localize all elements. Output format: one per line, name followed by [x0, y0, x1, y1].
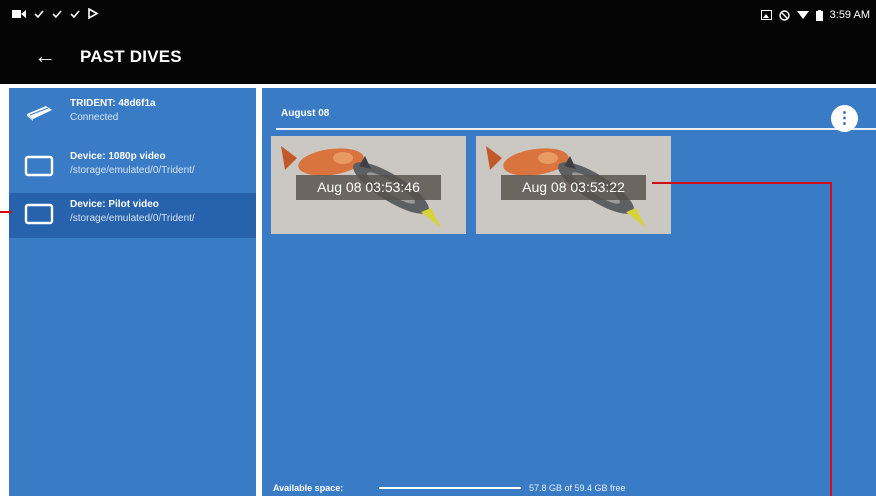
top-bar: 3:59 AM ← PAST DIVES — [0, 0, 876, 84]
check-icon — [52, 9, 62, 18]
sidebar-item-subtitle: Connected — [70, 112, 119, 123]
sidebar-item-subtitle: /storage/emulated/0/Trident/ — [70, 165, 195, 176]
device-sidebar: TRIDENT: 48d6f1a Connected Device: 1080p… — [9, 88, 256, 496]
trident-drone-icon — [27, 106, 52, 121]
section-divider — [276, 128, 876, 130]
check-icon — [70, 9, 80, 18]
sidebar-item-subtitle: /storage/emulated/0/Trident/ — [70, 213, 195, 224]
do-not-disturb-icon — [778, 9, 790, 21]
status-time: 3:59 AM — [829, 9, 870, 21]
annotation-line — [652, 182, 832, 184]
sidebar-item-label: Device: Pilot video — [70, 199, 159, 210]
annotation-line — [830, 182, 832, 496]
back-arrow-icon[interactable]: ← — [34, 44, 56, 68]
storage-bar — [379, 487, 521, 489]
battery-icon — [815, 9, 823, 21]
status-bar-right: 3:59 AM — [760, 9, 870, 21]
sidebar-item-trident[interactable]: TRIDENT: 48d6f1a Connected — [9, 92, 256, 137]
dives-panel: August 08 ⋮ Aug 08 03:53:46 Aug 08 03:53… — [262, 88, 876, 496]
play-store-icon — [88, 8, 98, 19]
sidebar-item-pilot-video[interactable]: Device: Pilot video /storage/emulated/0/… — [9, 193, 256, 238]
status-bar-left — [12, 8, 98, 19]
sidebar-item-1080p-video[interactable]: Device: 1080p video /storage/emulated/0/… — [9, 145, 256, 190]
dive-timestamp: Aug 08 03:53:22 — [501, 175, 646, 200]
available-space: Available space: 57.8 GB of 59.4 GB free — [273, 482, 873, 496]
page-title: PAST DIVES — [80, 47, 182, 66]
video-camera-icon — [12, 9, 26, 18]
dive-timestamp: Aug 08 03:53:46 — [296, 175, 441, 200]
wifi-icon — [796, 11, 809, 19]
sidebar-item-label: Device: 1080p video — [70, 151, 166, 162]
available-space-value: 57.8 GB of 59.4 GB free — [529, 483, 626, 493]
annotation-line — [0, 211, 12, 213]
check-icon — [34, 9, 44, 18]
image-icon — [760, 10, 772, 20]
more-options-button[interactable]: ⋮ — [831, 105, 858, 132]
dive-thumbnail[interactable]: Aug 08 03:53:46 — [271, 136, 466, 234]
tablet-icon — [24, 155, 54, 177]
tablet-icon — [24, 203, 54, 225]
section-title: August 08 — [281, 108, 330, 119]
available-space-label: Available space: — [273, 483, 344, 493]
sidebar-item-label: TRIDENT: 48d6f1a — [70, 98, 156, 109]
dive-thumbnail[interactable]: Aug 08 03:53:22 — [476, 136, 671, 234]
